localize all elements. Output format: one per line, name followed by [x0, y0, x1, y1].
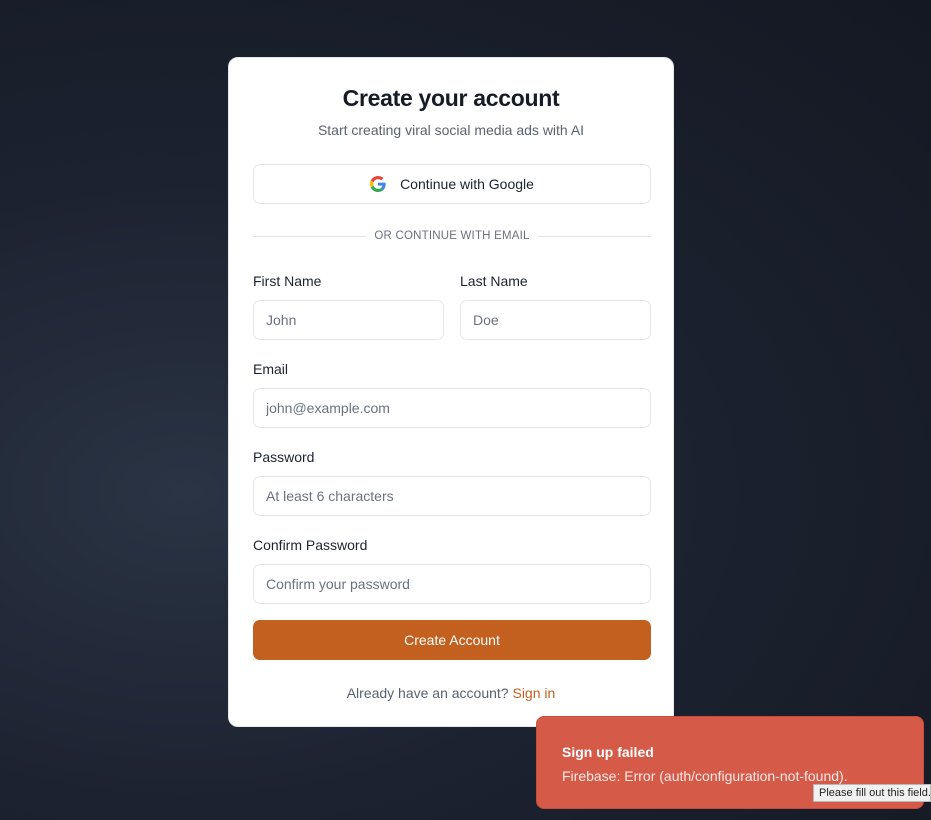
email-label: Email: [253, 361, 289, 377]
first-name-input[interactable]: [253, 300, 444, 340]
page-subtitle: Start creating viral social media ads wi…: [317, 122, 585, 138]
last-name-input[interactable]: [460, 300, 651, 340]
divider-text: OR CONTINUE WITH EMAIL: [374, 230, 530, 242]
page-title: Create your account: [342, 85, 560, 111]
first-name-label: First Name: [253, 273, 322, 289]
confirm-password-field[interactable]: [253, 564, 651, 604]
signup-card: Create your account Start creating viral…: [228, 57, 674, 727]
signin-link[interactable]: Sign in: [512, 685, 555, 701]
validation-tooltip: Please fill out this field.: [813, 784, 931, 802]
password-field[interactable]: [253, 476, 651, 516]
last-name-label: Last Name: [460, 273, 528, 289]
create-account-button[interactable]: Create Account: [253, 620, 651, 660]
or-divider: OR CONTINUE WITH EMAIL: [253, 228, 651, 244]
google-g-icon: [370, 176, 386, 192]
toast-title: Sign up failed: [562, 744, 654, 760]
toast-message: Firebase: Error (auth/configuration-not-…: [562, 768, 848, 784]
signin-row: Already have an account? Sign in: [229, 685, 673, 701]
google-button-label: Continue with Google: [400, 176, 534, 192]
password-label: Password: [253, 449, 315, 465]
email-field[interactable]: [253, 388, 651, 428]
confirm-password-label: Confirm Password: [253, 537, 368, 553]
google-signin-button[interactable]: Continue with Google: [253, 164, 651, 204]
signin-prompt: Already have an account?: [346, 685, 509, 701]
divider-line-left: [253, 235, 367, 237]
divider-line-right: [537, 235, 651, 237]
